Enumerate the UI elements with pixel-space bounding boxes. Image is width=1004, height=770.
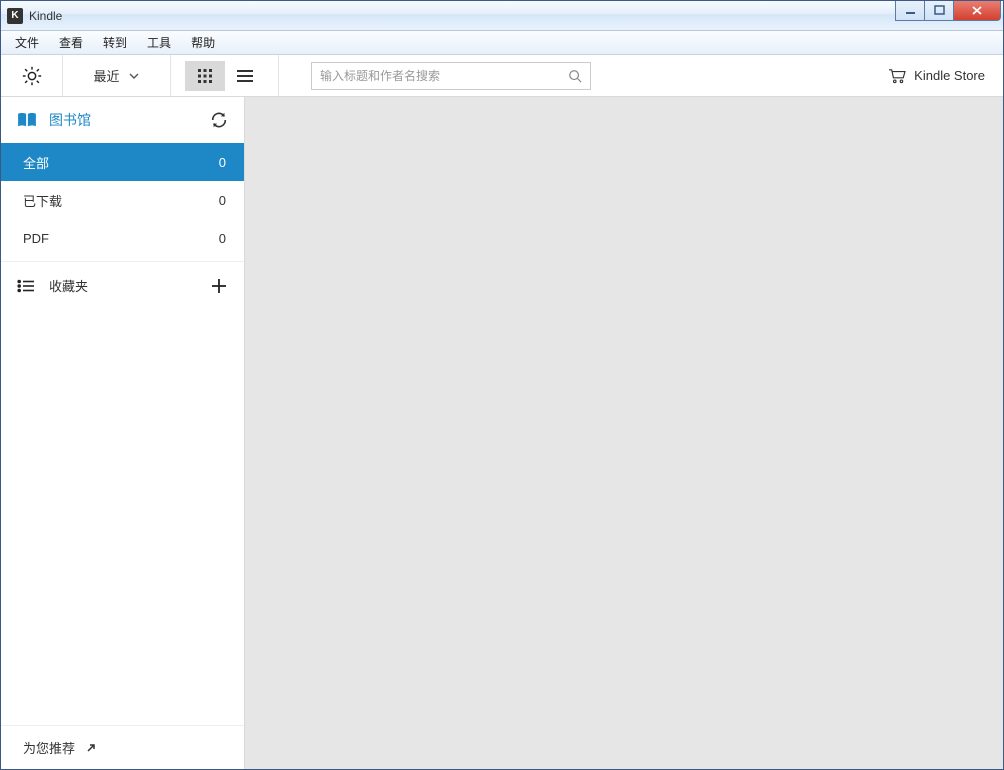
menubar: 文件 查看 转到 工具 帮助 [1, 31, 1003, 55]
chevron-down-icon [128, 70, 140, 82]
store-label: Kindle Store [914, 68, 985, 83]
filter-count: 0 [219, 193, 226, 208]
filter-count: 0 [219, 155, 226, 170]
sidebar-item-downloaded[interactable]: 已下载 0 [1, 181, 244, 219]
collections-icon [17, 279, 35, 293]
add-icon[interactable] [210, 277, 228, 295]
filter-label: 已下载 [23, 191, 62, 210]
collections-label: 收藏夹 [49, 276, 196, 295]
titlebar: K Kindle [1, 1, 1003, 31]
sync-icon[interactable] [210, 111, 228, 129]
sidebar-filters: 全部 0 已下载 0 PDF 0 [1, 143, 244, 257]
grid-icon [197, 68, 213, 84]
toolbar: 最近 [1, 55, 1003, 97]
search-box[interactable] [311, 62, 591, 90]
cart-icon [888, 68, 906, 84]
menu-file[interactable]: 文件 [5, 31, 49, 54]
sidebar-item-all[interactable]: 全部 0 [1, 143, 244, 181]
sort-label: 最近 [93, 66, 119, 85]
kindle-store-link[interactable]: Kindle Store [870, 55, 1003, 96]
list-icon [236, 68, 254, 84]
menu-help[interactable]: 帮助 [181, 31, 225, 54]
sidebar-recommended[interactable]: 为您推荐 [1, 725, 244, 769]
list-view-button[interactable] [225, 61, 265, 91]
sidebar-collections-header[interactable]: 收藏夹 [1, 261, 244, 309]
brightness-button[interactable] [1, 55, 63, 96]
menu-tools[interactable]: 工具 [137, 31, 181, 54]
sidebar-library-header[interactable]: 图书馆 [1, 97, 244, 143]
app-icon: K [7, 8, 23, 24]
menu-view[interactable]: 查看 [49, 31, 93, 54]
content-area [245, 97, 1003, 769]
filter-label: PDF [23, 231, 49, 246]
external-arrow-icon [85, 742, 97, 754]
sort-dropdown[interactable]: 最近 [63, 55, 171, 96]
sidebar-item-pdf[interactable]: PDF 0 [1, 219, 244, 257]
filter-label: 全部 [23, 153, 49, 172]
window-title: Kindle [29, 9, 62, 23]
minimize-button[interactable] [895, 1, 925, 21]
search-icon [568, 69, 582, 83]
filter-count: 0 [219, 231, 226, 246]
book-icon [17, 112, 37, 128]
grid-view-button[interactable] [185, 61, 225, 91]
recommended-label: 为您推荐 [23, 738, 75, 757]
menu-goto[interactable]: 转到 [93, 31, 137, 54]
sidebar: 图书馆 全部 0 已下载 0 PDF 0 [1, 97, 245, 769]
search-input[interactable] [320, 69, 568, 83]
library-label: 图书馆 [49, 110, 198, 130]
maximize-button[interactable] [924, 1, 954, 21]
brightness-icon [21, 65, 43, 87]
close-button[interactable] [953, 1, 1001, 21]
